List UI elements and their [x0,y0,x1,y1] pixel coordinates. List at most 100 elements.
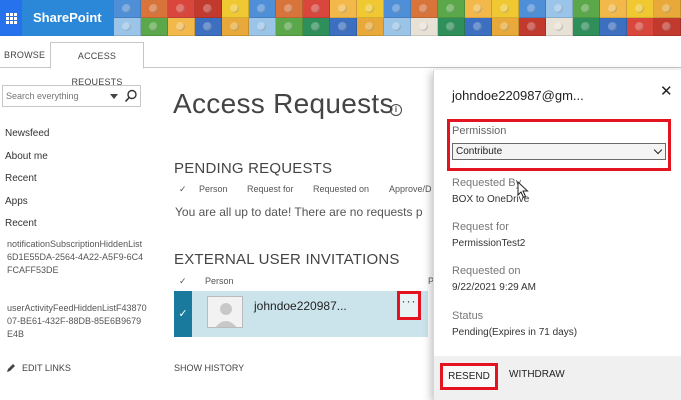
banner-brick [168,18,195,36]
edit-links-button[interactable]: EDIT LINKS [6,363,71,373]
tab-browse[interactable]: BROWSE [4,42,45,68]
edit-links-label: EDIT LINKS [22,363,71,373]
permission-value: Contribute [456,146,503,157]
pencil-icon [7,364,15,372]
nav-item-apps[interactable]: Apps [5,194,150,217]
banner-brick [330,18,357,36]
banner-brick [519,0,546,18]
banner-brick [276,0,303,18]
banner-brick [168,0,195,18]
column-header-approve[interactable]: Approve/D [389,184,433,194]
checkmark-icon[interactable]: ✓ [179,276,187,287]
banner-brick [573,18,600,36]
banner-brick [492,0,519,18]
checkmark-icon[interactable]: ✓ [179,184,187,195]
nav-item-newsfeed[interactable]: Newsfeed [5,126,150,149]
banner-brick [303,18,330,36]
tab-access-requests[interactable]: ACCESS REQUESTS [50,42,144,87]
banner-brick [249,18,276,36]
request-for-label: Request for [452,221,509,233]
banner-brick [384,0,411,18]
permission-label: Permission [452,125,507,137]
callout-title: johndoe220987@gm... [452,88,584,103]
banner-brick [195,18,222,36]
row-selected-check-icon[interactable]: ✓ [174,291,192,337]
banner-brick [114,0,141,18]
banner-brick [627,18,654,36]
banner-brick [519,18,546,36]
column-header-person[interactable]: Person [205,276,234,286]
ribbon: BROWSE ACCESS REQUESTS [0,42,681,87]
pending-requests-heading: PENDING REQUESTS [174,160,333,177]
close-icon[interactable]: ✕ [660,82,673,100]
banner-brick [465,0,492,18]
status-label: Status [452,310,484,322]
avatar [207,296,243,328]
resend-button[interactable]: RESEND [440,363,498,390]
banner-brick [384,18,411,36]
banner-brick [411,18,438,36]
search-box [2,85,141,107]
theme-banner [114,0,681,36]
banner-brick [411,0,438,18]
requested-on-label: Requested on [452,265,521,277]
banner-brick [654,18,681,36]
banner-brick [600,0,627,18]
banner-brick [357,18,384,36]
column-header-person[interactable]: Person [199,184,228,194]
banner-brick [438,18,465,36]
quick-launch: Newsfeed About me Recent Apps Recent [5,126,150,239]
banner-brick [627,0,654,18]
chevron-down-icon [653,145,663,155]
banner-brick [438,0,465,18]
permission-select[interactable]: Contribute [452,143,666,160]
column-header-requested-on[interactable]: Requested on [313,184,369,194]
row-person-name[interactable]: johndoe220987... [254,299,347,313]
banner-brick [546,18,573,36]
banner-brick [546,0,573,18]
banner-brick [222,18,249,36]
requested-on-value: 9/22/2021 9:29 AM [452,282,536,293]
banner-brick [465,18,492,36]
requested-by-label: Requested By [452,177,522,189]
banner-brick [249,0,276,18]
request-for-value: PermissionTest2 [452,238,526,249]
search-icon[interactable] [124,89,138,103]
banner-brick [330,0,357,18]
info-icon[interactable]: i [390,104,402,116]
banner-brick [195,0,222,18]
banner-brick [303,0,330,18]
banner-brick [600,18,627,36]
details-callout: johndoe220987@gm... ✕ Permission Contrib… [433,70,681,400]
nav-recent-item[interactable]: userActivityFeedHiddenListF4387007-BE61-… [7,302,147,341]
page-title: Access Requests [173,88,394,119]
suite-bar: SharePoint [0,0,681,36]
empty-state-message: You are all up to date! There are no req… [175,205,423,219]
show-history-link[interactable]: SHOW HISTORY [174,363,244,373]
mouse-cursor-icon [517,180,529,199]
status-value: Pending(Expires in 71 days) [452,327,578,338]
banner-brick [114,18,141,36]
nav-recent-item[interactable]: notificationSubscriptionHiddenList6D1E55… [7,238,147,277]
more-options-button[interactable]: ··· [397,291,421,320]
banner-brick [357,0,384,18]
banner-brick [141,0,168,18]
banner-brick [492,18,519,36]
search-input[interactable] [6,89,104,103]
app-name[interactable]: SharePoint [22,0,114,36]
column-header-request-for[interactable]: Request for [247,184,294,194]
search-scope-dropdown-icon[interactable] [110,94,118,99]
nav-item-recent[interactable]: Recent [5,171,150,194]
banner-brick [276,18,303,36]
waffle-icon [5,12,17,24]
app-launcher-button[interactable] [0,0,22,36]
nav-item-recent-heading[interactable]: Recent [5,216,150,239]
nav-item-about-me[interactable]: About me [5,149,150,172]
person-placeholder-icon [208,297,242,327]
banner-brick [222,0,249,18]
banner-brick [573,0,600,18]
external-invitations-heading: EXTERNAL USER INVITATIONS [174,251,400,268]
withdraw-button[interactable]: WITHDRAW [509,369,565,380]
banner-brick [141,18,168,36]
banner-brick [654,0,681,18]
